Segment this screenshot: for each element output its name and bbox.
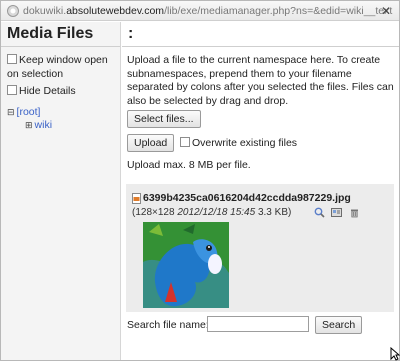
close-window-icon[interactable]: ✕ <box>379 4 393 18</box>
tree-root-item[interactable]: ⊟ [root] <box>7 106 40 118</box>
file-actions <box>314 207 362 225</box>
browser-title-bar: dokuwiki.absolutewebdev.com/lib/exe/medi… <box>1 1 399 21</box>
sidebar-title: Media Files <box>7 25 94 42</box>
hide-details-checkbox[interactable] <box>7 85 17 95</box>
upload-button[interactable]: Upload <box>127 134 175 152</box>
media-sidebar: Media Files Keep window open on selectio… <box>1 22 121 360</box>
collapse-icon[interactable]: ⊟ <box>7 107 15 117</box>
tree-item-wiki-label[interactable]: wiki <box>35 119 53 131</box>
keep-window-open-option[interactable]: Keep window open on selection <box>7 53 119 81</box>
keep-window-open-checkbox[interactable] <box>7 54 17 64</box>
file-date: 2012/12/18 15:45 <box>177 207 256 218</box>
jpg-file-icon <box>132 193 141 204</box>
file-entry: 6399b4235ca0616204d42ccdda987229.jpg (12… <box>126 184 394 312</box>
sidebar-divider <box>1 46 120 47</box>
search-button[interactable]: Search <box>315 316 363 334</box>
search-label: Search file name: <box>127 319 209 331</box>
file-meta: (128×128 2012/12/18 15:45 3.3 KB) <box>132 207 291 218</box>
magnifier-icon[interactable] <box>314 207 325 218</box>
select-files-button[interactable]: Select files... <box>127 110 201 128</box>
media-manager-window: dokuwiki.absolutewebdev.com/lib/exe/medi… <box>0 0 400 361</box>
overwrite-option[interactable]: Overwrite existing files <box>180 136 297 150</box>
upload-description: Upload a file to the current namespace h… <box>127 54 394 107</box>
expand-icon[interactable]: ⊞ <box>25 120 33 130</box>
file-size: 3.3 KB) <box>257 207 292 218</box>
page-favicon-icon <box>7 5 19 17</box>
resize-cursor-icon <box>390 347 400 361</box>
hide-details-label: Hide Details <box>19 85 76 97</box>
tree-root-label[interactable]: [root] <box>17 106 41 118</box>
keep-window-open-label: Keep window open on selection <box>7 54 108 80</box>
max-upload-size-text: Upload max. 8 MB per file. <box>127 159 251 171</box>
address-url: dokuwiki.absolutewebdev.com/lib/exe/medi… <box>23 5 393 17</box>
file-thumbnail[interactable] <box>143 222 229 308</box>
delete-icon[interactable] <box>349 207 360 218</box>
tree-item-wiki[interactable]: ⊞ wiki <box>25 119 52 131</box>
hide-details-option[interactable]: Hide Details <box>7 84 76 98</box>
media-main-panel: : Upload a file to the current namespace… <box>122 22 399 360</box>
overwrite-checkbox[interactable] <box>180 137 190 147</box>
media-manager-icon[interactable] <box>331 207 343 218</box>
search-file-input[interactable] <box>207 316 309 332</box>
namespace-title: : <box>128 25 134 42</box>
main-divider <box>122 46 399 47</box>
file-name-link[interactable]: 6399b4235ca0616204d42ccdda987229.jpg <box>143 192 351 204</box>
overwrite-label: Overwrite existing files <box>192 137 298 149</box>
file-dimensions: (128×128 <box>132 207 175 218</box>
